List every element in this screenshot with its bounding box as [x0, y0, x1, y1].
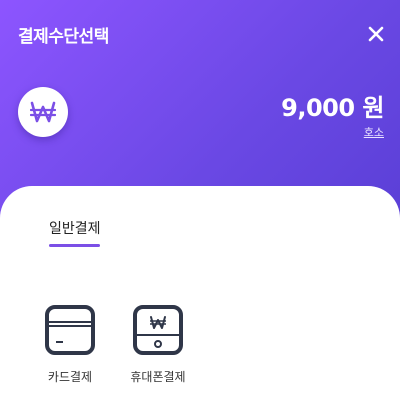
credit-card-icon: [45, 305, 95, 355]
won-icon: [30, 101, 56, 123]
mobile-payment-label: 휴대폰결제: [130, 370, 186, 384]
active-tab-indicator: [49, 244, 100, 247]
cancel-link[interactable]: 호소: [364, 124, 384, 140]
card-payment-option[interactable]: 카드결제: [30, 304, 110, 385]
close-icon: [368, 26, 384, 42]
mobile-phone-won-icon: [133, 305, 183, 355]
payment-amount: 9,000 원: [281, 94, 384, 122]
payment-method-sheet: 일반결제 카드결제 휴대폰결제: [0, 186, 400, 410]
won-badge: [18, 87, 68, 137]
card-payment-label: 카드결제: [47, 370, 93, 384]
mobile-payment-option[interactable]: 휴대폰결제: [118, 304, 198, 385]
page-title: 결제수단선택: [18, 27, 109, 47]
close-button[interactable]: [362, 20, 390, 48]
